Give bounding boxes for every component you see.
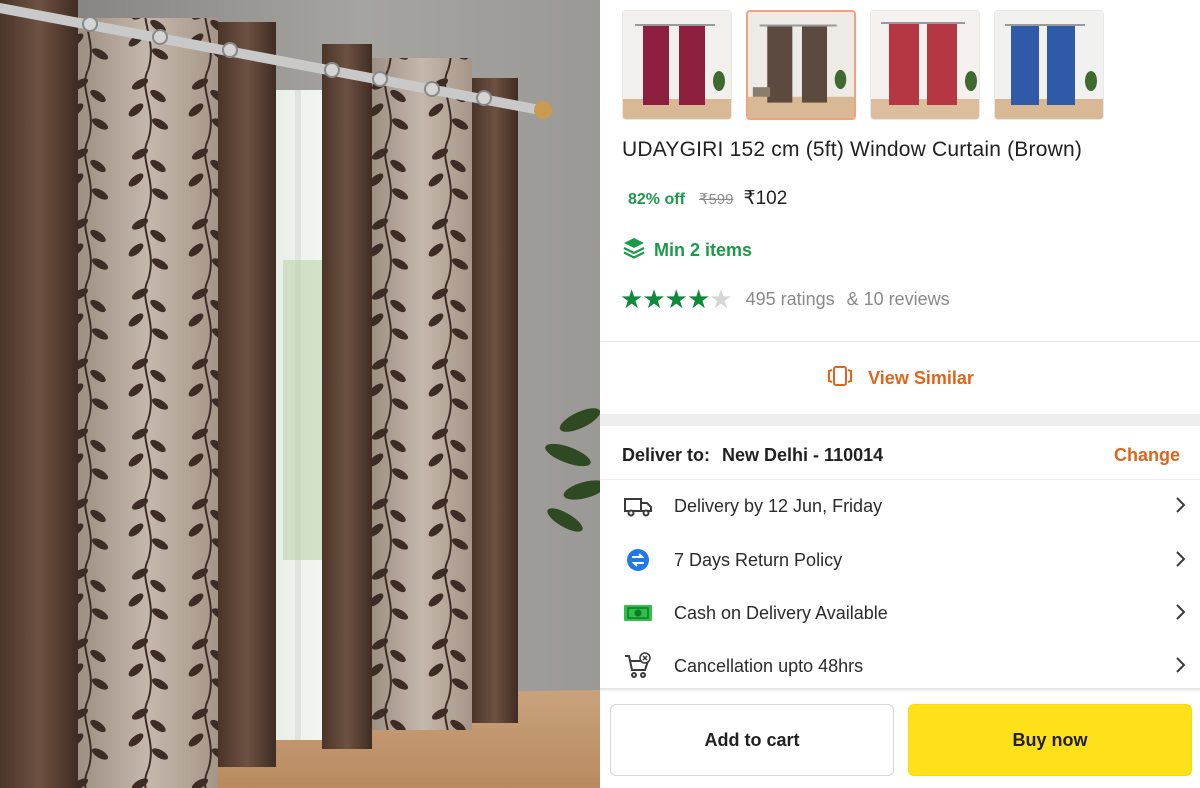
chevron-right-icon: [1174, 493, 1188, 522]
view-similar-icon: [826, 365, 854, 392]
ratings-count: 495 ratings: [745, 288, 835, 309]
price-row: 82% off ₹599 ₹102: [628, 187, 787, 210]
return-arrows-icon: [622, 544, 654, 576]
star-filled-icon: ★: [664, 284, 688, 314]
product-detail-panel: UDAYGIRI 152 cm (5ft) Window Curtain (Br…: [600, 0, 1200, 788]
thumbnail-maroon[interactable]: [622, 10, 732, 120]
thumb-curtain: [767, 25, 793, 103]
star-empty-icon: ★: [709, 284, 733, 314]
thumbnail-strip: [622, 10, 1200, 120]
delivery-date-row[interactable]: Delivery by 12 Jun, Friday: [622, 486, 1188, 526]
view-similar-label: View Similar: [868, 367, 974, 388]
divider: [600, 479, 1200, 480]
cash-on-delivery-row[interactable]: Cash on Delivery Available: [622, 593, 1188, 633]
thumbnail-blue[interactable]: [994, 10, 1104, 120]
selling-price: ₹102: [743, 188, 788, 209]
deliver-to-label: Deliver to:: [622, 445, 711, 465]
star-filled-icon: ★: [642, 284, 666, 314]
thumbnail-brown[interactable]: [746, 10, 856, 120]
star-filled-icon: ★: [686, 284, 711, 314]
min-items-label: Min 2 items: [654, 240, 753, 260]
chevron-right-icon: [1174, 547, 1188, 576]
rating-row[interactable]: ★ ★ ★ ★ ★ 495 ratings & 10 reviews: [620, 286, 950, 312]
thumb-curtain: [927, 23, 957, 105]
delivery-location: New Delhi - 110014: [722, 445, 884, 465]
truck-icon: [622, 490, 654, 522]
change-location-link[interactable]: Change: [1114, 445, 1180, 466]
thumb-curtain: [1011, 25, 1039, 105]
cash-icon: [622, 597, 654, 629]
return-policy-row[interactable]: 7 Days Return Policy: [622, 540, 1188, 580]
chevron-right-icon: [1174, 600, 1188, 629]
view-similar-button[interactable]: View Similar: [600, 342, 1200, 414]
reviews-count: & 10 reviews: [846, 288, 950, 309]
star-rating: ★ ★ ★ ★ ★: [620, 284, 733, 314]
add-to-cart-button[interactable]: Add to cart: [610, 704, 894, 776]
buy-now-button[interactable]: Buy now: [908, 704, 1192, 776]
star-filled-icon: ★: [620, 284, 644, 314]
product-image[interactable]: [0, 0, 600, 788]
cash-on-delivery-text: Cash on Delivery Available: [674, 602, 888, 623]
original-price: ₹599: [698, 191, 734, 208]
product-title: UDAYGIRI 152 cm (5ft) Window Curtain (Br…: [622, 138, 1083, 161]
min-items-row: Min 2 items: [622, 236, 752, 265]
thumb-curtain: [1047, 25, 1075, 105]
return-policy-text: 7 Days Return Policy: [674, 549, 843, 570]
discount-label: 82% off: [628, 191, 685, 208]
cancellation-text: Cancellation upto 48hrs: [674, 655, 864, 676]
section-separator: [600, 414, 1200, 426]
layers-icon: [622, 236, 646, 265]
cart-cancel-icon: [622, 650, 654, 682]
delivery-date-text: Delivery by 12 Jun, Friday: [674, 495, 883, 516]
action-bar-shadow: [600, 688, 1200, 692]
thumbnail-red[interactable]: [870, 10, 980, 120]
chevron-right-icon: [1174, 653, 1188, 682]
thumb-curtain: [801, 25, 828, 103]
deliver-to-row: Deliver to: New Delhi - 110014 Change: [622, 445, 1192, 466]
thumb-curtain: [679, 25, 705, 105]
thumb-curtain: [643, 25, 669, 105]
cancellation-row[interactable]: Cancellation upto 48hrs: [622, 646, 1188, 686]
thumb-curtain: [889, 23, 919, 105]
